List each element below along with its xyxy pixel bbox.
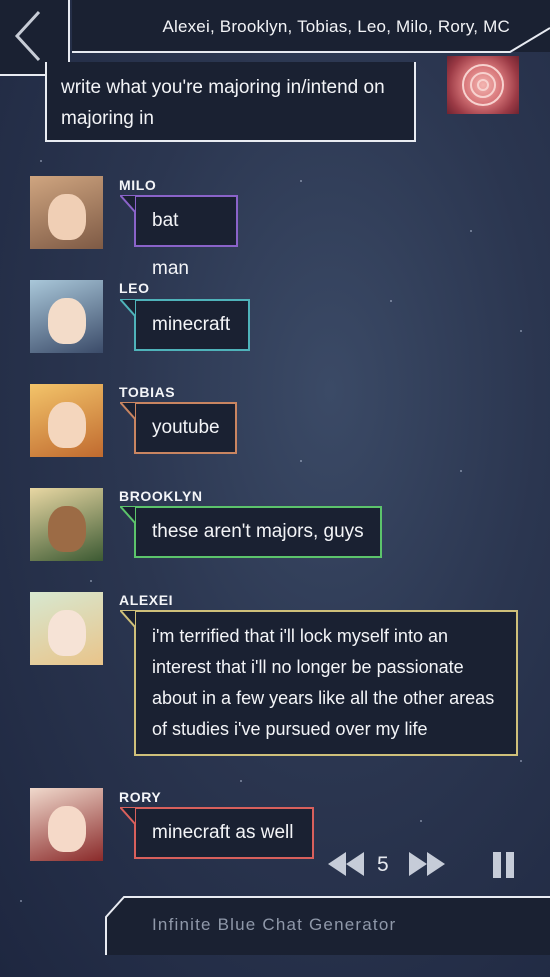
message-text: bat man: [152, 210, 189, 279]
avatar-tobias: [30, 384, 103, 457]
message-bubble: youtube: [120, 402, 237, 454]
rose-icon: [462, 64, 504, 106]
sender-name: TOBIAS: [119, 384, 176, 400]
avatar-rory: [30, 788, 103, 861]
message-text: i'm terrified that i'll lock myself into…: [152, 626, 495, 739]
message-bubble: minecraft as well: [120, 807, 314, 859]
sender-name: LEO: [119, 280, 150, 296]
avatar-milo: [30, 176, 103, 249]
sender-name: ALEXEI: [119, 592, 174, 608]
chat-header: Alexei, Brooklyn, Tobias, Leo, Milo, Ror…: [72, 0, 550, 53]
message-bubble: minecraft: [120, 299, 250, 351]
bubble-tail: [120, 807, 136, 825]
bubble-tail: [120, 610, 136, 628]
footer-bar: Infinite Blue Chat Generator: [104, 895, 550, 955]
sender-name: BROOKLYN: [119, 488, 203, 504]
message-text: youtube: [152, 417, 220, 438]
message-text: these aren't majors, guys: [152, 521, 364, 542]
pause-button[interactable]: [492, 851, 516, 884]
message-text: minecraft: [152, 314, 231, 335]
message-text: minecraft as well: [152, 822, 294, 843]
message-bubble: i'm terrified that i'll lock myself into…: [120, 610, 518, 756]
footer-title: Infinite Blue Chat Generator: [152, 915, 397, 934]
chevron-left-icon: [14, 10, 41, 62]
avatar-brooklyn: [30, 488, 103, 561]
bubble-tail: [120, 299, 136, 317]
bubble-tail: [120, 506, 136, 524]
speed-value: 5: [377, 853, 389, 876]
message-bubble: these aren't majors, guys: [120, 506, 382, 558]
fast-forward-icon: [409, 852, 445, 876]
avatar-leo: [30, 280, 103, 353]
fast-forward-button[interactable]: [407, 848, 447, 885]
pause-icon: [493, 852, 514, 878]
rewind-icon: [328, 852, 364, 876]
bubble-tail: [120, 402, 136, 420]
sender-name: RORY: [119, 789, 162, 805]
rose-avatar: [447, 56, 519, 114]
sender-name: MILO: [119, 177, 157, 193]
avatar-alexei: [30, 592, 103, 665]
message-bubble: bat man: [120, 195, 238, 279]
bubble-tail: [120, 195, 136, 213]
mc-message-bubble: write what you're majoring in/intend on …: [45, 62, 416, 142]
rewind-button[interactable]: [326, 848, 366, 885]
chat-participants-title: Alexei, Brooklyn, Tobias, Leo, Milo, Ror…: [162, 17, 510, 36]
mc-message-text: write what you're majoring in/intend on …: [61, 77, 385, 129]
